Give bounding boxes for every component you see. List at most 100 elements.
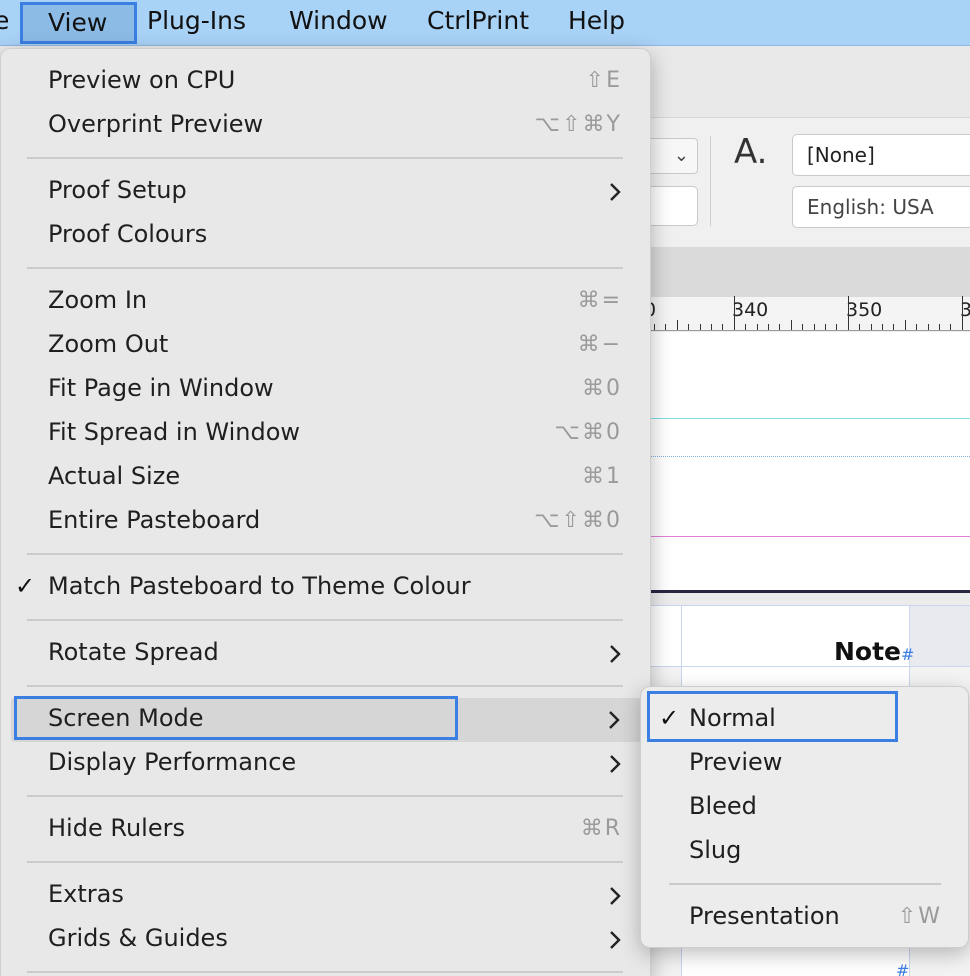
submenu-item-slug[interactable]: Slug xyxy=(641,830,970,874)
menu-item-label: Fit Page in Window xyxy=(48,374,274,402)
submenu-item-bleed[interactable]: Bleed xyxy=(641,786,970,830)
menubar-item-plug-ins[interactable]: Plug-Ins xyxy=(147,0,246,44)
document-page xyxy=(650,332,970,593)
ruler-tick xyxy=(665,324,667,330)
menu-item-display-performance[interactable]: Display Performance xyxy=(1,742,652,786)
menu-item-label: Entire Pasteboard xyxy=(48,506,261,534)
view-menu: Preview on CPU ⇧E Overprint Preview ⌥⇧⌘Y… xyxy=(0,48,651,976)
menu-item-fit-spread-in-window[interactable]: Fit Spread in Window ⌥⌘0 xyxy=(1,412,652,456)
submenu-item-presentation[interactable]: Presentation ⇧W xyxy=(641,896,970,940)
chevron-right-icon xyxy=(610,183,621,201)
cell-text-note: Note# xyxy=(834,637,915,666)
chevron-right-icon xyxy=(610,931,621,949)
menu-separator xyxy=(27,553,623,555)
ruler-tick xyxy=(711,324,712,330)
ruler-tick xyxy=(904,320,906,330)
ruler-tick xyxy=(916,324,918,330)
ruler-tick xyxy=(882,324,883,330)
menu-separator xyxy=(27,861,623,863)
ruler-tick xyxy=(688,324,690,330)
ruler-tick xyxy=(699,324,701,330)
menu-item-label: Grids & Guides xyxy=(48,924,228,952)
menubar-item-ctrlprint[interactable]: CtrlPrint xyxy=(427,0,529,44)
ruler-tick xyxy=(927,324,929,330)
leading-field[interactable] xyxy=(650,186,698,226)
menu-item-label: Proof Colours xyxy=(48,220,208,248)
menu-item-extras[interactable]: Extras xyxy=(1,874,652,918)
menu-item-label: Extras xyxy=(48,880,124,908)
menu-item-label: Overprint Preview xyxy=(48,110,264,138)
menu-item-zoom-out[interactable]: Zoom Out ⌘− xyxy=(1,324,652,368)
menu-item-shortcut: ⌘− xyxy=(577,332,622,357)
menu-separator xyxy=(27,157,623,159)
menu-item-shortcut: ⇧E xyxy=(585,68,622,93)
ruler-tick xyxy=(779,324,781,330)
menu-item-label: Hide Rulers xyxy=(48,814,185,842)
submenu-item-label: Slug xyxy=(689,836,742,864)
panel-divider xyxy=(710,136,711,226)
menubar-item-view[interactable]: View xyxy=(20,2,137,44)
ruler-tick xyxy=(939,324,940,330)
menu-item-label: Proof Setup xyxy=(48,176,187,204)
menubar-item-file[interactable]: e xyxy=(0,0,9,44)
menu-item-shortcut: ⌘0 xyxy=(582,376,622,401)
menu-item-proof-colours[interactable]: Proof Colours xyxy=(1,214,652,258)
document-tab-strip xyxy=(650,47,970,117)
menu-separator xyxy=(27,685,623,687)
menu-item-match-pasteboard[interactable]: ✓ Match Pasteboard to Theme Colour xyxy=(1,566,652,610)
menu-item-label: Preview on CPU xyxy=(48,66,236,94)
ruler-tick xyxy=(756,324,758,330)
submenu-item-label: Normal xyxy=(689,704,776,732)
ruler-label-350: 350 xyxy=(846,299,883,321)
ruler-tick xyxy=(768,324,769,330)
magenta-guide xyxy=(650,536,970,537)
ruler-tick xyxy=(870,324,872,330)
ruler-tick xyxy=(676,320,678,330)
menu-item-label: Actual Size xyxy=(48,462,181,490)
dotted-guide xyxy=(650,456,970,457)
page-edge xyxy=(650,590,970,593)
menu-item-label: Display Performance xyxy=(48,748,297,776)
menu-item-actual-size[interactable]: Actual Size ⌘1 xyxy=(1,456,652,500)
ruler-label-340: 340 xyxy=(732,299,769,321)
ruler-tick xyxy=(847,296,849,330)
submenu-item-normal[interactable]: ✓ Normal xyxy=(641,698,970,742)
table-cell[interactable] xyxy=(650,605,682,667)
submenu-item-label: Preview xyxy=(689,748,783,776)
chevron-right-icon xyxy=(610,645,621,663)
menu-item-screen-mode[interactable]: Screen Mode xyxy=(11,698,641,742)
menubar-item-window[interactable]: Window xyxy=(289,0,388,44)
ruler-tick xyxy=(813,324,815,330)
language-field[interactable]: English: USA xyxy=(792,186,970,228)
table-cell[interactable] xyxy=(909,605,970,667)
ruler-tick xyxy=(654,324,655,330)
checkmark-icon: ✓ xyxy=(15,572,36,600)
menu-item-grids-guides[interactable]: Grids & Guides xyxy=(1,918,652,962)
menu-item-zoom-in[interactable]: Zoom In ⌘= xyxy=(1,280,652,324)
submenu-item-preview[interactable]: Preview xyxy=(641,742,970,786)
menu-item-fit-page-in-window[interactable]: Fit Page in Window ⌘0 xyxy=(1,368,652,412)
menu-item-entire-pasteboard[interactable]: Entire Pasteboard ⌥⇧⌘0 xyxy=(1,500,652,544)
menu-item-overprint-preview[interactable]: Overprint Preview ⌥⇧⌘Y xyxy=(1,104,652,148)
ruler-tick xyxy=(790,320,792,330)
ruler-tick xyxy=(893,324,895,330)
menu-separator xyxy=(27,267,623,269)
character-style-field[interactable]: [None] xyxy=(792,134,970,176)
chevron-down-icon: ⌄ xyxy=(673,145,689,166)
horizontal-ruler[interactable]: 0 340 350 3 xyxy=(650,296,970,331)
menu-item-shortcut: ⌘= xyxy=(577,288,622,313)
menu-separator xyxy=(27,619,623,621)
menu-item-label: Match Pasteboard to Theme Colour xyxy=(48,572,471,600)
menu-item-shortcut: ⌥⌘0 xyxy=(554,420,622,445)
menu-item-preview-on-cpu[interactable]: Preview on CPU ⇧E xyxy=(1,60,652,104)
chevron-right-icon xyxy=(610,887,621,905)
menu-item-label: Screen Mode xyxy=(48,704,204,732)
menu-bar: e View Plug-Ins Window CtrlPrint Help xyxy=(0,0,970,46)
menu-item-proof-setup[interactable]: Proof Setup xyxy=(1,170,652,214)
menu-item-hide-rulers[interactable]: Hide Rulers ⌘R xyxy=(1,808,652,852)
menubar-item-help[interactable]: Help xyxy=(568,0,625,44)
font-size-dropdown[interactable]: ⌄ xyxy=(650,138,698,174)
menu-item-rotate-spread[interactable]: Rotate Spread xyxy=(1,632,652,676)
menu-item-label: Rotate Spread xyxy=(48,638,219,666)
character-style-icon[interactable]: A. xyxy=(734,132,767,172)
